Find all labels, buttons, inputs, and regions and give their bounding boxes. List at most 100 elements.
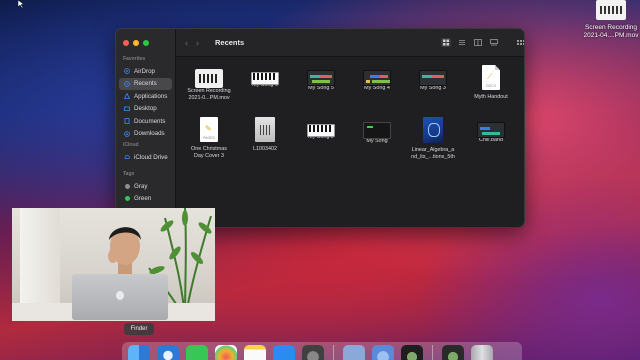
file-name: L1003402 <box>253 146 277 152</box>
book-cover-icon <box>423 117 443 143</box>
garageband-icon[interactable] <box>401 345 423 360</box>
file-item-myth-handout[interactable]: ⟋ DOCX Myth Handout <box>463 65 519 101</box>
file-name: Myth Handout <box>474 94 508 100</box>
sidebar-item-icloud-drive[interactable]: iCloud Drive <box>119 151 172 164</box>
green-tag-dot-icon <box>125 196 130 202</box>
file-item-chill-band[interactable]: Chill.band <box>463 117 519 144</box>
clock-icon <box>124 80 130 87</box>
sidebar-item-documents[interactable]: Documents <box>119 115 172 128</box>
file-item-l1003402[interactable]: L1003402 <box>237 117 293 153</box>
tags-heading: Tags <box>123 171 135 177</box>
download-icon <box>124 130 130 137</box>
sidebar-item-desktop[interactable]: Desktop <box>119 103 172 116</box>
logic-pro-icon[interactable] <box>302 345 324 360</box>
gallery-icon <box>490 39 498 46</box>
sidebar-item-airdrop[interactable]: AirDrop <box>119 65 172 78</box>
piano-keyboard-icon <box>251 72 279 85</box>
gallery-view-button[interactable] <box>489 38 499 47</box>
trash-icon[interactable] <box>471 345 493 360</box>
garageband-project-icon <box>307 70 335 86</box>
dock <box>122 342 522 360</box>
airdrop-icon <box>124 68 130 75</box>
finder-sidebar: Favorites AirDrop Recents Applications D… <box>116 29 176 227</box>
video-thumbnail-icon <box>596 0 626 20</box>
mouse-cursor-icon <box>18 0 25 8</box>
file-name: Chill.band <box>479 137 503 143</box>
icloud-heading: iCloud <box>123 142 139 148</box>
app-store-icon[interactable] <box>273 345 295 360</box>
grid-icon <box>443 39 449 46</box>
pages-document-icon: ✎ PAGES <box>200 117 218 142</box>
document-icon <box>124 118 130 125</box>
cloud-icon <box>124 155 130 160</box>
list-view-button[interactable] <box>457 38 467 47</box>
generic-file-icon <box>255 117 275 142</box>
gray-tag-dot-icon <box>125 183 130 189</box>
sidebar-tag-green[interactable]: Green <box>119 193 172 206</box>
icon-view-button[interactable] <box>441 38 451 47</box>
window-title: Recents <box>215 38 245 47</box>
nav-buttons: ‹› <box>185 38 207 48</box>
file-item-one-christmas-day-cover-3[interactable]: ✎ PAGES One Christmas Day Cover 3 <box>181 117 237 160</box>
quicktime-icon[interactable] <box>372 345 394 360</box>
sidebar-item-applications[interactable]: Applications <box>119 90 172 103</box>
file-name: My Song 4 <box>364 85 390 91</box>
file-item-my-song-4[interactable]: My Song 4 <box>349 65 405 92</box>
dock-tooltip: Finder <box>124 323 154 335</box>
file-name: My Song 5 <box>308 85 334 91</box>
file-name: Linear_Algebra_a nd_its_...tions_5th <box>411 147 455 160</box>
icloud-section: iCloud iCloud Drive <box>116 142 175 164</box>
desktop-icon <box>124 106 130 111</box>
group-icon <box>517 40 524 45</box>
apple-logo-icon <box>116 291 124 300</box>
file-name: One Christmas Day Cover 3 <box>191 146 227 159</box>
sidebar-item-downloads[interactable]: Downloads <box>119 128 172 141</box>
file-item-my-song[interactable]: My Song <box>349 117 405 145</box>
zoom-button[interactable] <box>143 40 149 46</box>
messages-icon[interactable] <box>186 345 208 360</box>
file-name: Screen Recording 2021-0...PM.mov <box>187 88 231 101</box>
file-item-screen-recording[interactable]: Screen Recording 2021-0...PM.mov <box>181 65 237 102</box>
finder-icon[interactable] <box>128 345 150 360</box>
column-view-button[interactable] <box>473 38 483 47</box>
docx-document-icon: ⟋ DOCX <box>482 65 500 90</box>
forward-button[interactable]: › <box>196 38 207 48</box>
laptop-image <box>72 274 168 320</box>
finder-toolbar: ‹› Recents <box>176 29 524 57</box>
favorites-heading: Favorites <box>123 56 146 62</box>
file-item-linear-algebra[interactable]: Linear_Algebra_a nd_its_...tions_5th <box>405 117 461 161</box>
sidebar-tag-gray[interactable]: Gray <box>119 180 172 193</box>
photos-icon[interactable] <box>215 345 237 360</box>
group-button[interactable] <box>516 38 524 47</box>
close-button[interactable] <box>123 40 129 46</box>
file-name: My Song <box>366 138 388 144</box>
dock-separator <box>333 345 334 360</box>
video-thumbnail-icon <box>195 69 223 88</box>
garageband-project-icon <box>419 70 447 86</box>
preview-icon[interactable] <box>343 345 365 360</box>
window-controls <box>123 40 149 46</box>
applications-icon <box>124 93 130 100</box>
desktop-file-label: Screen Recording 2021-04....PM.mov <box>583 24 639 39</box>
file-item-my-song-5[interactable]: My Song 5 <box>293 65 349 92</box>
file-item-my-song-6[interactable]: My Song 6 <box>237 65 293 89</box>
safari-icon[interactable] <box>157 345 179 360</box>
notes-icon[interactable] <box>244 345 266 360</box>
back-button[interactable]: ‹ <box>185 38 196 48</box>
webcam-overlay <box>12 208 215 321</box>
dock-separator <box>432 345 433 360</box>
minimize-button[interactable] <box>133 40 139 46</box>
favorites-section: Favorites AirDrop Recents Applications D… <box>116 56 175 140</box>
terminal-preview-icon <box>363 122 391 139</box>
file-grid: Screen Recording 2021-0...PM.mov My Song … <box>176 57 524 227</box>
garageband-project-icon <box>477 122 505 138</box>
tags-section: Tags Gray Green <box>116 171 175 205</box>
sidebar-item-recents[interactable]: Recents <box>119 77 172 90</box>
file-item-my-song-3[interactable]: My Song 3 <box>405 65 461 92</box>
file-name: My Song 3 <box>420 85 446 91</box>
music-file-icon[interactable] <box>442 345 464 360</box>
finder-window: Favorites AirDrop Recents Applications D… <box>115 28 525 228</box>
garageband-project-icon <box>363 70 391 86</box>
file-item-my-song-2[interactable]: My Song 2 <box>293 117 349 141</box>
desktop-file-screen-recording[interactable]: Screen Recording 2021-04....PM.mov <box>582 0 640 40</box>
